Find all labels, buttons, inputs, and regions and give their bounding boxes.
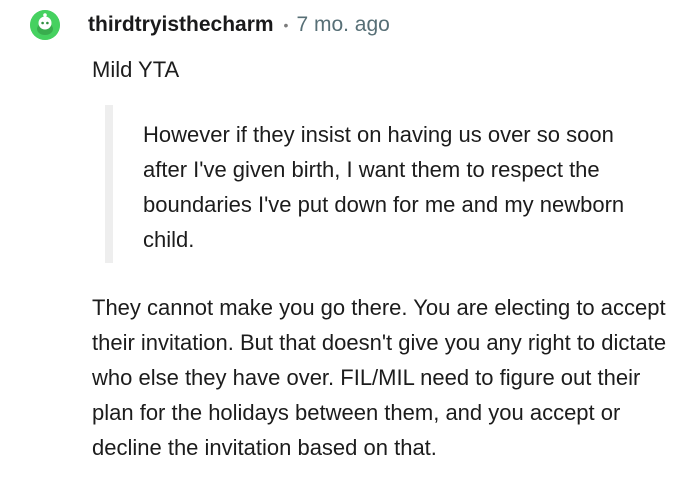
comment-timestamp[interactable]: 7 mo. ago bbox=[296, 13, 389, 37]
comment-paragraph-1: Mild YTA bbox=[92, 57, 180, 82]
blockquote-text: However if they insist on having us over… bbox=[143, 122, 625, 252]
meta-separator: • bbox=[283, 17, 289, 33]
snoo-avatar-icon[interactable] bbox=[30, 10, 60, 40]
comment-meta: thirdtryisthecharm • 7 mo. ago bbox=[88, 11, 390, 39]
comment-paragraph-2: They cannot make you go there. You are e… bbox=[92, 295, 667, 460]
username-link[interactable]: thirdtryisthecharm bbox=[88, 13, 274, 37]
comment: thirdtryisthecharm • 7 mo. ago Mild YTA … bbox=[0, 0, 700, 493]
blockquote: However if they insist on having us over… bbox=[105, 105, 673, 263]
